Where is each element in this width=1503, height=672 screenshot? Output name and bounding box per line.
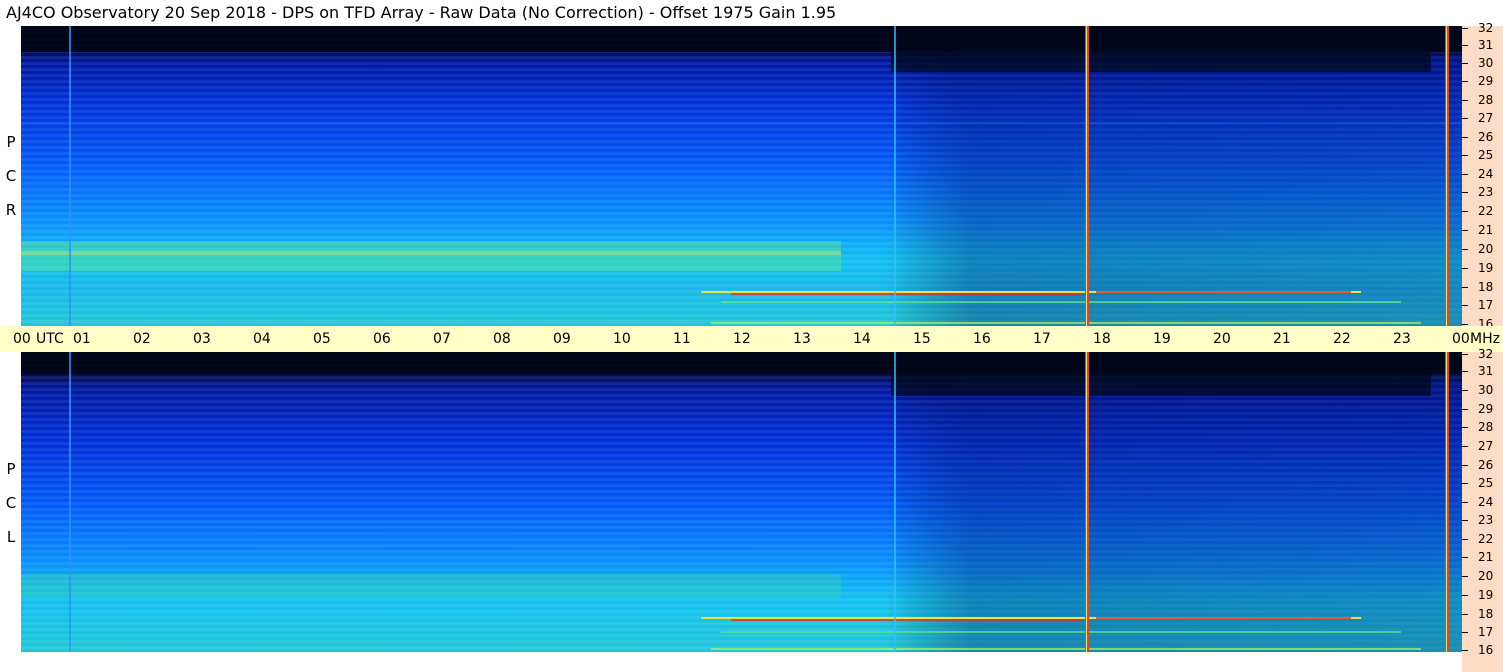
freq-tick-label: 30 bbox=[1478, 383, 1494, 397]
rcp-spectrogram bbox=[21, 26, 1462, 326]
rcp-label-p: P bbox=[6, 133, 16, 151]
time-tick-label: 02 bbox=[133, 331, 151, 347]
freq-tick-label: 25 bbox=[1478, 476, 1494, 490]
time-tick-label: 04 bbox=[253, 331, 271, 347]
freq-tick-label: 29 bbox=[1478, 74, 1494, 88]
time-tick-label: 13 bbox=[793, 331, 811, 347]
time-tick-label: 05 bbox=[313, 331, 331, 347]
freq-tick-label: 22 bbox=[1478, 532, 1494, 546]
mhz-label: MHz bbox=[1470, 331, 1500, 347]
freq-tick-label: 23 bbox=[1478, 185, 1494, 199]
freq-tick-label: 24 bbox=[1478, 495, 1494, 509]
freq-tick-label: 21 bbox=[1478, 223, 1494, 237]
freq-tick-label: 26 bbox=[1478, 458, 1494, 472]
time-tick-label: 09 bbox=[553, 331, 571, 347]
freq-tick-label: 28 bbox=[1478, 420, 1494, 434]
freq-tick-label: 30 bbox=[1478, 56, 1494, 70]
rcp-label-r: R bbox=[5, 201, 17, 219]
lcp-freq-axis: 32 31 30 29 28 27 26 25 24 23 22 21 20 1… bbox=[1462, 348, 1503, 672]
freq-tick-label: 18 bbox=[1478, 280, 1494, 294]
freq-tick-label: 27 bbox=[1478, 439, 1494, 453]
time-tick-label: 12 bbox=[733, 331, 751, 347]
time-tick-label: 01 bbox=[73, 331, 91, 347]
time-tick-label: 21 bbox=[1273, 331, 1291, 347]
freq-tick-label: 23 bbox=[1478, 513, 1494, 527]
utc-label: UTC bbox=[36, 331, 64, 347]
time-tick-label: 17 bbox=[1033, 331, 1051, 347]
time-tick-label: 03 bbox=[193, 331, 211, 347]
rcp-spectrogram-svg bbox=[21, 26, 1462, 326]
freq-tick-label: 18 bbox=[1478, 607, 1494, 621]
freq-tick-label: 17 bbox=[1478, 298, 1494, 312]
freq-tick-label: 21 bbox=[1478, 550, 1494, 564]
lcp-spectrogram bbox=[21, 352, 1462, 652]
time-tick-label: 00 bbox=[13, 331, 31, 347]
freq-tick-label: 20 bbox=[1478, 569, 1494, 583]
lcp-label-p: P bbox=[6, 460, 16, 478]
freq-tick-label: 28 bbox=[1478, 93, 1494, 107]
time-tick-label: 15 bbox=[913, 331, 931, 347]
time-tick-label: 18 bbox=[1093, 331, 1111, 347]
freq-tick-label: 24 bbox=[1478, 167, 1494, 181]
time-tick-label: 07 bbox=[433, 331, 451, 347]
time-tick-label: 11 bbox=[673, 331, 691, 347]
freq-tick-label: 31 bbox=[1478, 364, 1494, 378]
freq-tick-label: 25 bbox=[1478, 148, 1494, 162]
freq-tick-label: 32 bbox=[1478, 21, 1494, 35]
chart-title: AJ4CO Observatory 20 Sep 2018 - DPS on T… bbox=[6, 3, 837, 22]
lcp-spectrogram-svg bbox=[21, 352, 1462, 652]
freq-tick-label: 31 bbox=[1478, 38, 1494, 52]
time-tick-label: 06 bbox=[373, 331, 391, 347]
freq-tick-label: 27 bbox=[1478, 111, 1494, 125]
time-tick-label: 16 bbox=[973, 331, 991, 347]
freq-tick-label: 16 bbox=[1478, 643, 1494, 657]
freq-tick-label: 19 bbox=[1478, 588, 1494, 602]
time-tick-label: 14 bbox=[853, 331, 871, 347]
lcp-label-c: C bbox=[5, 494, 17, 512]
time-tick-label: 00 bbox=[1452, 331, 1470, 347]
lcp-label-l: L bbox=[6, 528, 16, 546]
time-tick-label: 19 bbox=[1153, 331, 1171, 347]
time-tick-label: 20 bbox=[1213, 331, 1231, 347]
rcp-label-c: C bbox=[5, 167, 17, 185]
time-tick-label: 22 bbox=[1333, 331, 1351, 347]
time-tick-label: 23 bbox=[1393, 331, 1411, 347]
freq-tick-label: 20 bbox=[1478, 242, 1494, 256]
freq-tick-label: 22 bbox=[1478, 204, 1494, 218]
rcp-freq-axis: 32 31 30 29 28 27 26 25 24 23 22 21 20 1… bbox=[1462, 22, 1503, 330]
freq-tick-label: 26 bbox=[1478, 130, 1494, 144]
time-tick-label: 10 bbox=[613, 331, 631, 347]
freq-tick-label: 29 bbox=[1478, 402, 1494, 416]
freq-tick-label: 19 bbox=[1478, 261, 1494, 275]
freq-tick-label: 32 bbox=[1478, 347, 1494, 361]
freq-tick-label: 17 bbox=[1478, 625, 1494, 639]
time-tick-label: 08 bbox=[493, 331, 511, 347]
time-axis: 00 UTC 01 02 03 04 05 06 07 08 09 10 11 … bbox=[0, 326, 1503, 352]
